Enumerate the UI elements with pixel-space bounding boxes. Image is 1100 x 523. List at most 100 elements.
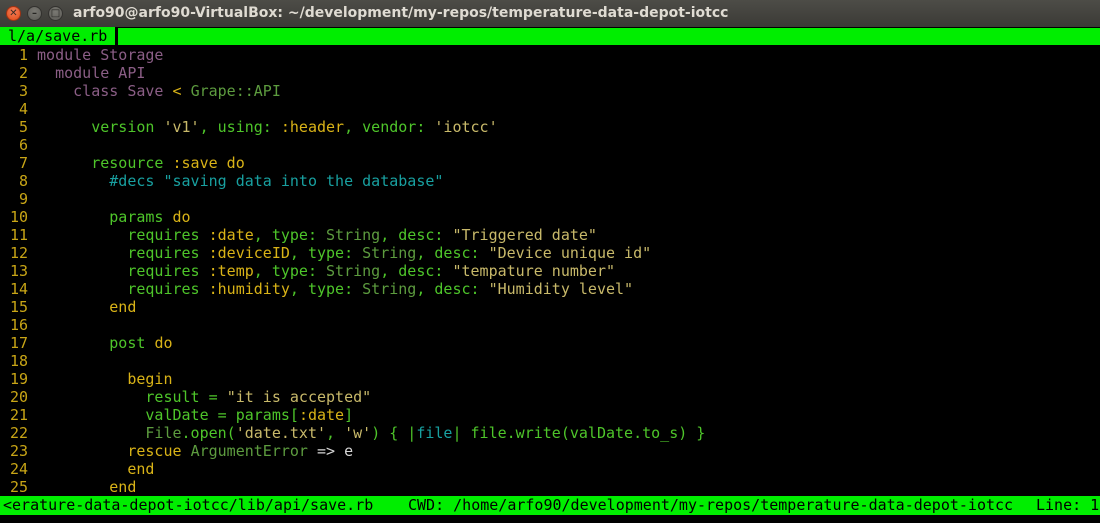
code-token: , vendor: (344, 118, 435, 136)
status-cwd: CWD: /home/arfo90/development/my-repos/t… (408, 496, 1014, 514)
code-token: , type: (289, 280, 363, 298)
code-token: :deviceID (208, 244, 290, 262)
code-token: "tempature number" (452, 262, 616, 280)
buffer-tab-bar: l/a/save.rb (0, 27, 1100, 45)
code-token: , type: (253, 226, 327, 244)
code-token: requires (37, 226, 209, 244)
code-token: 'w' (344, 424, 372, 442)
code-line[interactable]: 9 (0, 190, 1100, 208)
code-token: , desc: (416, 280, 489, 298)
code-line[interactable]: 23 rescue ArgumentError => e (0, 442, 1100, 460)
line-number: 5 (18, 118, 28, 136)
code-line[interactable]: 6 (0, 136, 1100, 154)
line-number: 11 (9, 226, 28, 244)
code-token: :temp (208, 262, 254, 280)
code-line[interactable]: 24 end (0, 460, 1100, 478)
code-token: :header (280, 118, 345, 136)
line-number: 8 (18, 172, 28, 190)
minimize-icon: – (32, 8, 37, 19)
line-number: 17 (9, 334, 28, 352)
code-token: valDate = params[ (37, 406, 299, 424)
code-token: do (154, 334, 173, 352)
code-line[interactable]: 10 params do (0, 208, 1100, 226)
close-icon: ✕ (9, 8, 18, 19)
code-token: :humidity (208, 280, 290, 298)
code-area[interactable]: 1 module Storage 2 module API 3 class Save… (0, 46, 1100, 496)
code-line[interactable]: 5 version 'v1', using: :header, vendor: … (0, 118, 1100, 136)
code-token: class Save (37, 82, 173, 100)
line-number: 19 (9, 370, 28, 388)
buffer-tab[interactable]: l/a/save.rb (0, 27, 116, 45)
code-line[interactable]: 7 resource :save do (0, 154, 1100, 172)
code-token: version (37, 118, 164, 136)
code-token: requires (37, 262, 209, 280)
maximize-window-button[interactable]: □ (48, 6, 63, 21)
line-number: 24 (9, 460, 28, 478)
code-line[interactable]: 13 requires :temp, type: String, desc: "… (0, 262, 1100, 280)
code-token: < (172, 82, 191, 100)
line-number: 14 (9, 280, 28, 298)
code-line[interactable]: 15 end (0, 298, 1100, 316)
minimize-window-button[interactable]: – (27, 6, 42, 21)
code-token: params (37, 208, 173, 226)
code-token: do (172, 208, 191, 226)
code-line[interactable]: 11 requires :date, type: String, desc: "… (0, 226, 1100, 244)
code-token: :save (172, 154, 218, 172)
code-token: requires (37, 244, 209, 262)
code-line[interactable]: 18 (0, 352, 1100, 370)
line-number: 22 (9, 424, 28, 442)
code-token: module API (37, 64, 146, 82)
line-number: 9 (18, 190, 28, 208)
code-line[interactable]: 19 begin (0, 370, 1100, 388)
code-line[interactable]: 16 (0, 316, 1100, 334)
line-number: 12 (9, 244, 28, 262)
code-token: String (362, 244, 417, 262)
status-file-path: <erature-data-depot-iotcc/lib/api/save.r… (3, 496, 374, 514)
code-token: post (37, 334, 155, 352)
code-token: resource (37, 154, 173, 172)
line-number: 4 (18, 100, 28, 118)
line-number: 15 (9, 298, 28, 316)
tab-bar-fill (118, 28, 1100, 45)
code-line[interactable]: 14 requires :humidity, type: String, des… (0, 280, 1100, 298)
code-line[interactable]: 4 (0, 100, 1100, 118)
code-line[interactable]: 2 module API (0, 64, 1100, 82)
code-token: , using: (199, 118, 281, 136)
code-token: String (326, 262, 381, 280)
code-line[interactable]: 12 requires :deviceID, type: String, des… (0, 244, 1100, 262)
code-token: :date (298, 406, 345, 424)
code-token: result = (37, 388, 227, 406)
code-token: ] (344, 406, 354, 424)
code-token: rescue (37, 442, 191, 460)
line-number: 21 (9, 406, 28, 424)
code-token: String (362, 280, 417, 298)
code-line[interactable]: 20 result = "it is accepted" (0, 388, 1100, 406)
code-line[interactable]: 21 valDate = params[:date] (0, 406, 1100, 424)
code-token: , desc: (416, 244, 489, 262)
code-token: ArgumentError (190, 442, 308, 460)
status-bar: <erature-data-depot-iotcc/lib/api/save.r… (0, 496, 1100, 515)
code-line[interactable]: 8 #decs "saving data into the database" (0, 172, 1100, 190)
terminal-editor[interactable]: l/a/save.rb 1 module Storage 2 module API… (0, 27, 1100, 523)
line-number: 10 (9, 208, 28, 226)
line-number: 18 (9, 352, 28, 370)
code-token: | file.write(valDate.to_s) } (452, 424, 706, 442)
code-token: Grape::API (190, 82, 281, 100)
close-window-button[interactable]: ✕ (6, 6, 21, 21)
code-token: begin (37, 370, 173, 388)
code-token: #decs "saving data into the database" (37, 172, 444, 190)
code-line[interactable]: 22 File.open('date.txt', 'w') { |file| f… (0, 424, 1100, 442)
line-number: 13 (9, 262, 28, 280)
line-number: 6 (18, 136, 28, 154)
line-number: 20 (9, 388, 28, 406)
code-token: :date (208, 226, 254, 244)
line-number: 1 (18, 46, 28, 64)
code-token: , desc: (380, 226, 453, 244)
code-line[interactable]: 1 module Storage (0, 46, 1100, 64)
code-line[interactable]: 17 post do (0, 334, 1100, 352)
code-line[interactable]: 3 class Save < Grape::API (0, 82, 1100, 100)
code-token: module Storage (37, 46, 164, 64)
code-token: .open( (181, 424, 236, 442)
code-line[interactable]: 25 end (0, 478, 1100, 496)
window-title: arfo90@arfo90-VirtualBox: ~/development/… (73, 5, 729, 21)
